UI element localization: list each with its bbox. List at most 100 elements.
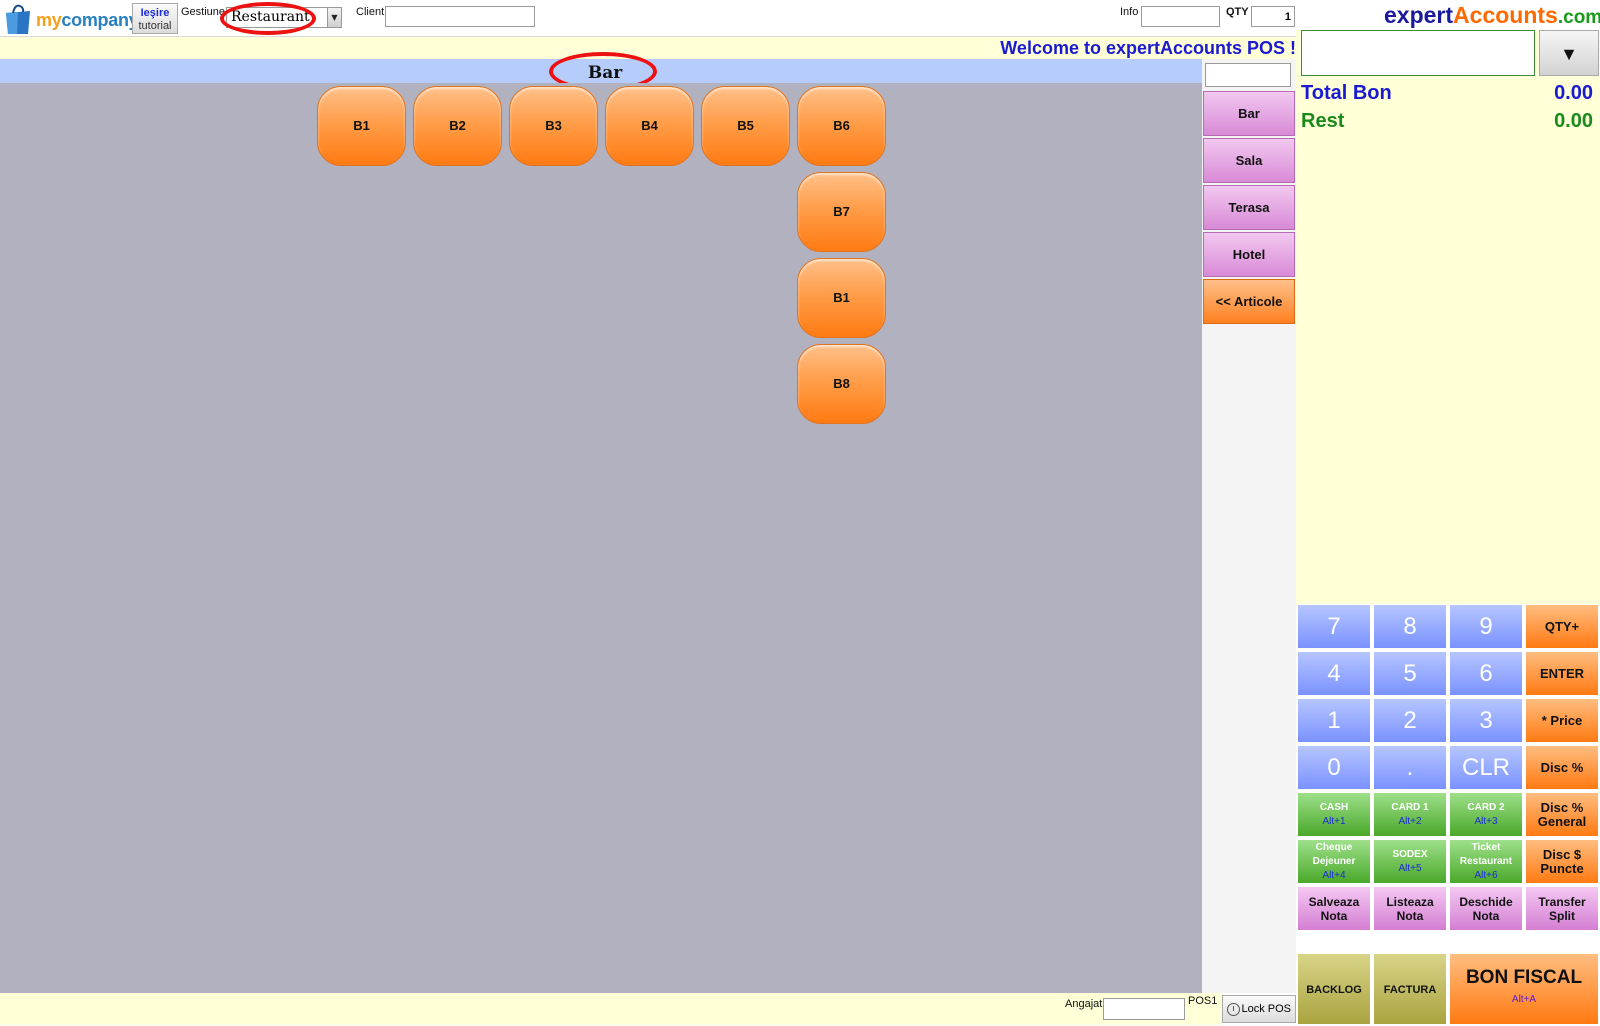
- highlight-ring-gestiune: [220, 2, 316, 35]
- articole-button[interactable]: << Articole: [1203, 279, 1295, 324]
- zone-button-terasa[interactable]: Terasa: [1203, 185, 1295, 230]
- dropdown-button[interactable]: ▼: [1539, 30, 1599, 76]
- key-4[interactable]: 4: [1297, 651, 1371, 696]
- disc-puncte-line1: Disc $: [1542, 846, 1582, 862]
- price-label: * Price: [1541, 712, 1583, 728]
- key-6[interactable]: 6: [1449, 651, 1523, 696]
- transfer-split-button[interactable]: Transfer Split: [1525, 886, 1599, 931]
- table-button[interactable]: B6: [797, 86, 886, 166]
- welcome-text: Welcome to expertAccounts POS !: [1000, 38, 1296, 58]
- zone-search-input[interactable]: [1205, 63, 1291, 87]
- zone-button-sala[interactable]: Sala: [1203, 138, 1295, 183]
- qty-plus-label: QTY+: [1544, 618, 1580, 634]
- pos-label: POS1: [1188, 995, 1218, 1007]
- qty-plus-button[interactable]: QTY+: [1525, 604, 1599, 649]
- save-note-button[interactable]: Salveaza Nota: [1297, 886, 1371, 931]
- pay-sodex-button[interactable]: SODEX Alt+5: [1373, 839, 1447, 884]
- disc-general-line1: Disc %: [1540, 799, 1584, 815]
- keypad: 7 8 9 QTY+ 4 5 6 ENTER 1 2 3 * Price 0 .…: [1296, 604, 1600, 1025]
- logo-my: my: [36, 10, 62, 30]
- client-input[interactable]: [385, 6, 535, 27]
- print-note-line2: Nota: [1396, 908, 1424, 923]
- exit-label: Ieşire: [140, 7, 170, 19]
- key-2[interactable]: 2: [1373, 698, 1447, 743]
- open-note-button[interactable]: Deschide Nota: [1449, 886, 1523, 931]
- angajat-input[interactable]: [1103, 998, 1185, 1020]
- factura-button[interactable]: FACTURA: [1373, 953, 1447, 1025]
- disc-puncte-button[interactable]: Disc $ Puncte: [1525, 839, 1599, 884]
- company-logo: mycompany: [2, 2, 139, 35]
- print-note-line1: Listeaza: [1386, 894, 1434, 909]
- table-button[interactable]: B7: [797, 172, 886, 252]
- pay-sodex-shortcut: Alt+5: [1398, 862, 1422, 874]
- lock-pos-button[interactable]: Lock POS: [1222, 995, 1296, 1023]
- zone-button-hotel[interactable]: Hotel: [1203, 232, 1295, 277]
- info-label: Info: [1120, 6, 1139, 18]
- table-button[interactable]: B3: [509, 86, 598, 166]
- table-button[interactable]: B4: [605, 86, 694, 166]
- key-7[interactable]: 7: [1297, 604, 1371, 649]
- key-5[interactable]: 5: [1373, 651, 1447, 696]
- total-label: Total Bon: [1301, 82, 1392, 104]
- pay-sodex-label: SODEX: [1392, 848, 1428, 860]
- key-dot[interactable]: .: [1373, 745, 1447, 790]
- client-label: Client: [356, 6, 385, 18]
- zone-button-bar[interactable]: Bar: [1203, 91, 1295, 136]
- table-floor: B1 B2 B3 B4 B5 B6 B7 B1 B8: [0, 83, 1202, 993]
- logo-company: company: [61, 10, 139, 30]
- pay-cheque-line2: Dejeuner: [1312, 855, 1356, 867]
- qty-label: QTY: [1226, 6, 1249, 18]
- clock-icon: [1227, 1003, 1240, 1016]
- bon-fiscal-button[interactable]: BON FISCAL Alt+A: [1449, 953, 1599, 1025]
- key-clear[interactable]: CLR: [1449, 745, 1523, 790]
- key-8[interactable]: 8: [1373, 604, 1447, 649]
- open-note-line2: Nota: [1472, 908, 1500, 923]
- key-3[interactable]: 3: [1449, 698, 1523, 743]
- table-button[interactable]: B1: [317, 86, 406, 166]
- table-button[interactable]: B5: [701, 86, 790, 166]
- open-note-line1: Deschide: [1459, 894, 1513, 909]
- transfer-split-line2: Split: [1549, 908, 1575, 923]
- table-button[interactable]: B2: [413, 86, 502, 166]
- top-toolbar: mycompany Ieşire tutorial Gestiune Resta…: [0, 0, 1296, 37]
- pay-card1-button[interactable]: CARD 1 Alt+2: [1373, 792, 1447, 837]
- table-button[interactable]: B1: [797, 258, 886, 338]
- disc-percent-label: Disc %: [1540, 759, 1584, 775]
- chevron-down-icon[interactable]: ▼: [327, 8, 341, 27]
- total-row: Total Bon 0.00: [1301, 82, 1593, 105]
- lock-pos-label: Lock POS: [1241, 1003, 1291, 1015]
- pay-card2-button[interactable]: CARD 2 Alt+3: [1449, 792, 1523, 837]
- disc-general-button[interactable]: Disc % General: [1525, 792, 1599, 837]
- key-9[interactable]: 9: [1449, 604, 1523, 649]
- key-1[interactable]: 1: [1297, 698, 1371, 743]
- price-button[interactable]: * Price: [1525, 698, 1599, 743]
- disc-general-line2: General: [1537, 813, 1587, 829]
- save-note-line2: Nota: [1320, 908, 1348, 923]
- product-code-input[interactable]: [1301, 30, 1535, 76]
- angajat-label: Angajat: [1065, 998, 1103, 1010]
- brand-accounts: Accounts: [1453, 2, 1558, 28]
- print-note-button[interactable]: Listeaza Nota: [1373, 886, 1447, 931]
- footer-bar: Angajat POS1: [0, 993, 1222, 1025]
- table-button[interactable]: B8: [797, 344, 886, 424]
- rest-label: Rest: [1301, 110, 1345, 132]
- key-0[interactable]: 0: [1297, 745, 1371, 790]
- disc-percent-button[interactable]: Disc %: [1525, 745, 1599, 790]
- pay-ticket-line1: Ticket: [1471, 841, 1501, 853]
- pay-ticket-button[interactable]: Ticket Restaurant Alt+6: [1449, 839, 1523, 884]
- enter-button[interactable]: ENTER: [1525, 651, 1599, 696]
- pay-cash-label: CASH: [1319, 801, 1349, 813]
- backlog-button[interactable]: BACKLOG: [1297, 953, 1371, 1025]
- shopping-bag-icon: [6, 4, 30, 34]
- bon-fiscal-shortcut: Alt+A: [1511, 994, 1537, 1005]
- rest-value: 0.00: [1554, 110, 1593, 132]
- rest-row: Rest 0.00: [1301, 110, 1593, 133]
- pay-cash-button[interactable]: CASH Alt+1: [1297, 792, 1371, 837]
- qty-input[interactable]: [1251, 6, 1295, 27]
- pay-cheque-button[interactable]: Cheque Dejeuner Alt+4: [1297, 839, 1371, 884]
- exit-tutorial-button[interactable]: Ieşire tutorial: [132, 3, 178, 34]
- info-input[interactable]: [1141, 6, 1220, 27]
- receipt-panel: ▼ Total Bon 0.00 Rest 0.00: [1296, 30, 1600, 604]
- pay-ticket-line2: Restaurant: [1459, 855, 1513, 867]
- exit-sub-label: tutorial: [138, 20, 172, 32]
